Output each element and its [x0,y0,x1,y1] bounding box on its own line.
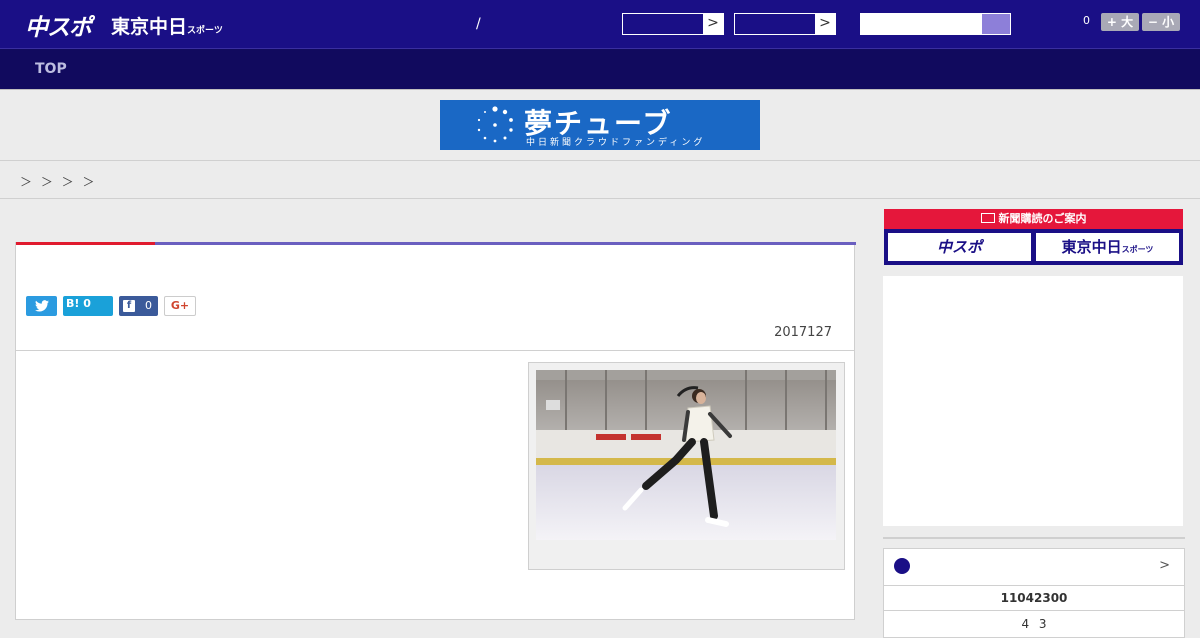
subscription-heading: 新聞購読のご案内 [884,209,1183,229]
header-slash: / [476,16,481,32]
score-result: 4 3 [1021,617,1047,631]
dots-ring-icon [477,106,513,143]
sidebar-divider [883,537,1185,539]
article-divider [16,350,854,351]
article-photo[interactable] [528,362,845,570]
search-button[interactable] [982,14,1010,34]
newspaper-icon [980,213,995,223]
font-size-larger-button[interactable]: + 大 [1101,13,1139,31]
tokyo-logo-main: 東京中日 [111,16,188,38]
subscribe-tokyo-main: 東京中日 [1061,238,1122,256]
breadcrumb: ＞ ＞ ＞ ＞ [0,160,1200,199]
category-select-2[interactable]: > [734,13,836,35]
font-size-smaller-button[interactable]: − 小 [1142,13,1180,31]
yume-tube-banner[interactable]: 夢チューブ 中日新聞クラウドファンディング [440,100,760,150]
chevron-right-icon[interactable]: > [703,14,723,34]
tokyo-chunichi-logo[interactable]: 東京中日スポーツ [111,12,223,39]
tokyo-logo-sub: スポーツ [187,26,223,36]
hatena-bookmark-button[interactable]: B! 0 [63,296,113,316]
baseball-score-widget[interactable]: > 11042300 4 3 [883,548,1185,638]
nav-item-top[interactable]: TOP [35,61,67,77]
article-accent-line [16,242,155,245]
twitter-share-button[interactable] [26,296,57,316]
article-card: B! 0 f 0 G+ 2017127 [15,242,856,620]
search-input[interactable] [860,13,1011,35]
baseball-icon [894,558,910,574]
main-nav: TOP [0,49,1200,90]
category-select-1[interactable]: > [622,13,724,35]
subscription-box: 新聞購読のご案内 中スポ 東京中日スポーツ [884,209,1183,265]
facebook-icon: f [123,300,135,312]
subscribe-chuspo-button[interactable]: 中スポ [888,233,1031,261]
twitter-icon [34,300,49,312]
breadcrumb-text[interactable]: ＞ ＞ ＞ ＞ [20,173,94,190]
comment-count: 0 [1083,14,1090,27]
ad-slot[interactable] [883,276,1183,526]
facebook-count: 0 [145,299,152,312]
header-bar: 中スポ 東京中日スポーツ / > > 0 + 大 − 小 [0,0,1200,49]
chuspo-logo[interactable]: 中スポ [25,8,92,42]
subscribe-tokyo-sub: スポーツ [1121,245,1154,254]
chevron-right-icon[interactable]: > [1159,558,1170,573]
chevron-right-icon[interactable]: > [815,14,835,34]
banner-subtitle: 中日新聞クラウドファンディング [526,138,706,148]
facebook-share-button[interactable]: f 0 [119,296,158,316]
subscribe-tokyo-chunichi-button[interactable]: 東京中日スポーツ [1036,233,1179,261]
skater-photo [536,370,836,540]
googleplus-share-button[interactable]: G+ [164,296,196,316]
article-date: 2017127 [774,325,832,340]
score-date: 11042300 [884,585,1184,611]
subscription-heading-text: 新聞購読のご案内 [998,212,1087,225]
